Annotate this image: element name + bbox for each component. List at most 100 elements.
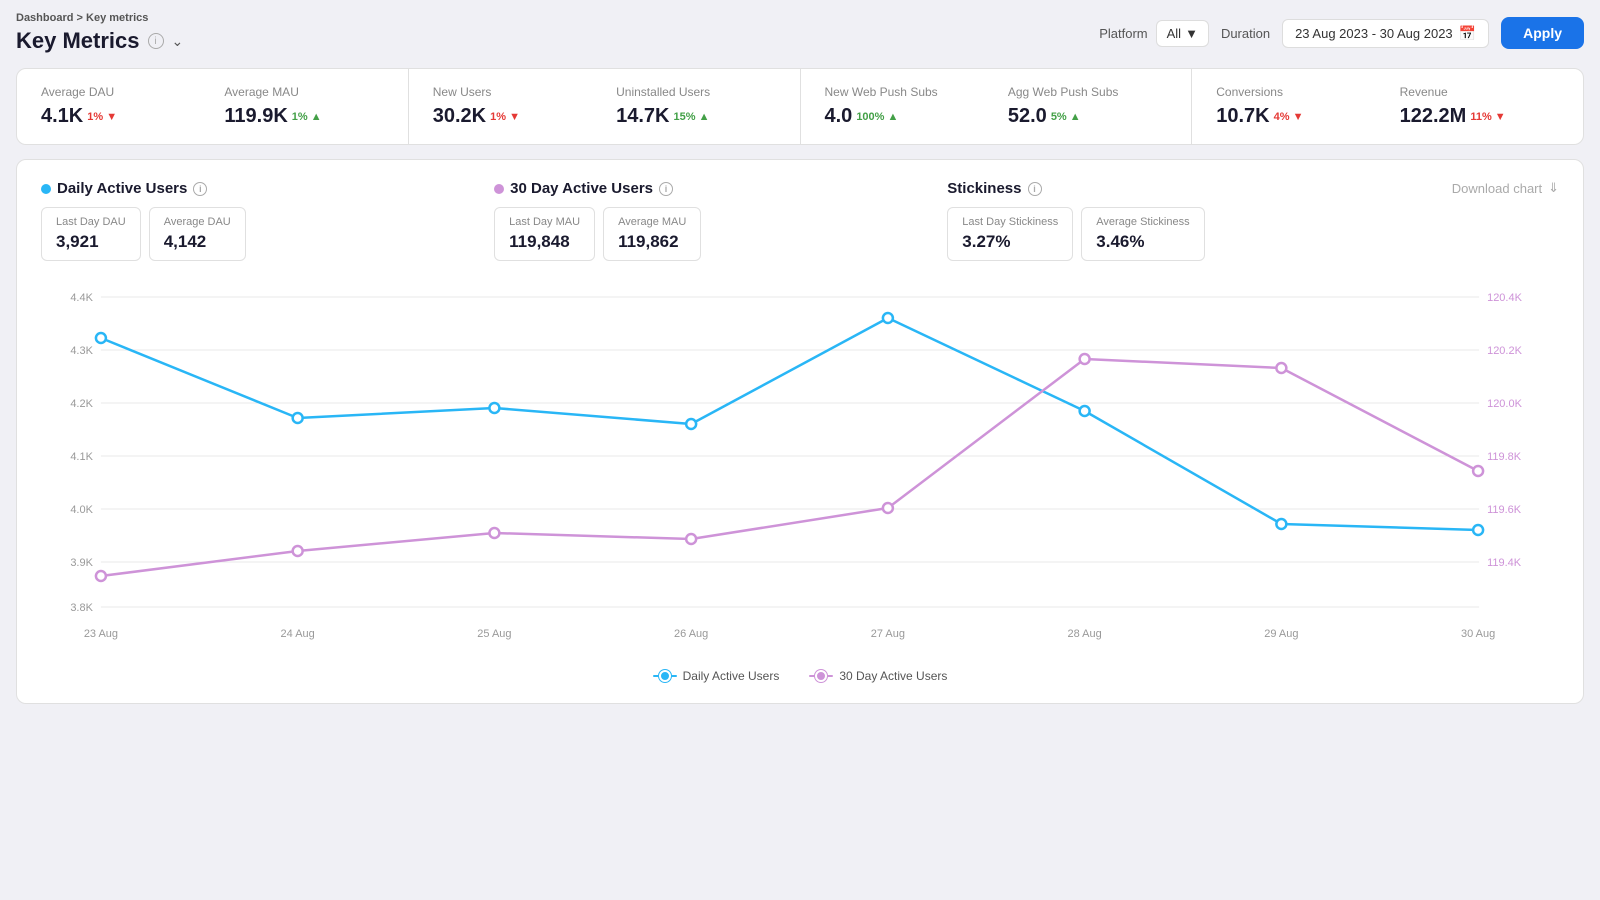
metrics-row: Average DAU 4.1K 1% ▼ Average MAU 119.9K…: [16, 68, 1584, 145]
page-title-info-icon[interactable]: i: [148, 33, 164, 49]
duration-input[interactable]: 23 Aug 2023 - 30 Aug 2023 📅: [1282, 19, 1489, 48]
svg-text:26 Aug: 26 Aug: [674, 628, 708, 640]
mau-point-6: [1276, 363, 1286, 373]
metric-conversions-value: 10.7K 4% ▼: [1216, 105, 1375, 128]
dau-info-icon[interactable]: i: [193, 182, 207, 196]
breadcrumb: Dashboard > Key metrics: [16, 12, 183, 24]
mau-label: 30 Day Active Users: [510, 180, 653, 197]
svg-text:28 Aug: 28 Aug: [1068, 628, 1102, 640]
apply-button[interactable]: Apply: [1501, 17, 1584, 49]
mau-average-box: Average MAU 119,862: [603, 207, 701, 261]
metric-average-mau: Average MAU 119.9K 1% ▲: [224, 85, 383, 128]
stickiness-average-value: 3.46%: [1096, 232, 1189, 252]
svg-text:23 Aug: 23 Aug: [84, 628, 118, 640]
metric-new-web-push-badge: 100% ▲: [856, 111, 898, 123]
legend-dau-label: Daily Active Users: [683, 669, 780, 683]
dau-point-3: [686, 419, 696, 429]
metric-group-3: New Web Push Subs 4.0 100% ▲ Agg Web Pus…: [801, 69, 1193, 144]
stickiness-last-day-box: Last Day Stickiness 3.27%: [947, 207, 1073, 261]
metric-average-dau-badge: 1% ▼: [87, 111, 117, 123]
svg-text:30 Aug: 30 Aug: [1461, 628, 1495, 640]
mau-stat-boxes: Last Day MAU 119,848 Average MAU 119,862: [494, 207, 947, 261]
metric-group-4: Conversions 10.7K 4% ▼ Revenue 122.2M 11…: [1192, 69, 1583, 144]
dau-point-1: [293, 413, 303, 423]
dau-average-label: Average DAU: [164, 216, 231, 228]
dau-series-label: Daily Active Users i: [41, 180, 494, 197]
mau-last-day-box: Last Day MAU 119,848: [494, 207, 595, 261]
metric-group-1: Average DAU 4.1K 1% ▼ Average MAU 119.9K…: [17, 69, 409, 144]
dau-point-2: [489, 403, 499, 413]
chart-section: Daily Active Users i Last Day DAU 3,921 …: [16, 159, 1584, 704]
stickiness-label: Stickiness: [947, 180, 1021, 197]
metric-average-mau-label: Average MAU: [224, 85, 383, 99]
svg-text:119.6K: 119.6K: [1487, 504, 1522, 516]
header: Dashboard > Key metrics Key Metrics i ⌄ …: [16, 12, 1584, 54]
platform-select[interactable]: All ▼: [1156, 20, 1209, 47]
metric-conversions: Conversions 10.7K 4% ▼: [1216, 85, 1399, 128]
svg-text:27 Aug: 27 Aug: [871, 628, 905, 640]
svg-text:3.9K: 3.9K: [70, 557, 93, 569]
mau-average-value: 119,862: [618, 232, 686, 252]
legend-mau-line: [809, 675, 833, 677]
metric-average-mau-value: 119.9K 1% ▲: [224, 105, 383, 128]
breadcrumb-current: Key metrics: [86, 12, 148, 24]
metric-new-users-value: 30.2K 1% ▼: [433, 105, 592, 128]
mau-info-icon[interactable]: i: [659, 182, 673, 196]
stickiness-average-box: Average Stickiness 3.46%: [1081, 207, 1204, 261]
stickiness-series-label: Stickiness i: [947, 180, 1332, 197]
metric-uninstalled-users: Uninstalled Users 14.7K 15% ▲: [616, 85, 775, 128]
platform-value: All: [1167, 26, 1181, 41]
dau-average-value: 4,142: [164, 232, 231, 252]
download-icon: ⇓: [1548, 180, 1559, 196]
dau-point-0: [96, 333, 106, 343]
metric-new-users-badge: 1% ▼: [490, 111, 520, 123]
page: Dashboard > Key metrics Key Metrics i ⌄ …: [0, 0, 1600, 900]
metric-group-2: New Users 30.2K 1% ▼ Uninstalled Users 1…: [409, 69, 801, 144]
dau-point-5: [1080, 406, 1090, 416]
metric-new-web-push: New Web Push Subs 4.0 100% ▲: [825, 85, 1008, 128]
mau-average-label: Average MAU: [618, 216, 686, 228]
metric-new-users-label: New Users: [433, 85, 592, 99]
download-chart-button[interactable]: Download chart ⇓: [1452, 180, 1559, 196]
page-title-row: Key Metrics i ⌄: [16, 28, 183, 54]
metric-conversions-badge: 4% ▼: [1274, 111, 1304, 123]
mau-line: [101, 359, 1478, 576]
legend-mau: 30 Day Active Users: [809, 669, 947, 683]
mau-last-day-value: 119,848: [509, 232, 580, 252]
page-title-chevron-icon[interactable]: ⌄: [172, 33, 184, 50]
dau-label: Daily Active Users: [57, 180, 187, 197]
svg-text:120.2K: 120.2K: [1487, 345, 1522, 357]
metric-revenue-badge: 11% ▼: [1470, 111, 1505, 123]
platform-chevron-icon: ▼: [1185, 26, 1198, 41]
metric-uninstalled-users-label: Uninstalled Users: [616, 85, 775, 99]
dau-average-box: Average DAU 4,142: [149, 207, 246, 261]
svg-text:4.4K: 4.4K: [70, 292, 93, 304]
metric-uninstalled-users-value: 14.7K 15% ▲: [616, 105, 775, 128]
metric-agg-web-push: Agg Web Push Subs 52.0 5% ▲: [1008, 85, 1167, 128]
metric-agg-web-push-label: Agg Web Push Subs: [1008, 85, 1167, 99]
metric-agg-web-push-value: 52.0 5% ▲: [1008, 105, 1167, 128]
svg-text:4.3K: 4.3K: [70, 345, 93, 357]
metric-uninstalled-users-badge: 15% ▲: [674, 111, 710, 123]
svg-text:4.2K: 4.2K: [70, 398, 93, 410]
metric-agg-web-push-badge: 5% ▲: [1051, 111, 1081, 123]
breadcrumb-separator: >: [77, 12, 86, 24]
stickiness-info-icon[interactable]: i: [1028, 182, 1042, 196]
svg-text:120.0K: 120.0K: [1487, 398, 1522, 410]
chart-headers: Daily Active Users i Last Day DAU 3,921 …: [41, 180, 1559, 261]
download-chart-header: Download chart ⇓: [1332, 180, 1559, 196]
mau-dot: [494, 184, 504, 194]
svg-text:119.4K: 119.4K: [1487, 557, 1522, 569]
stickiness-last-day-value: 3.27%: [962, 232, 1058, 252]
mau-point-1: [293, 546, 303, 556]
dau-header: Daily Active Users i Last Day DAU 3,921 …: [41, 180, 494, 261]
download-chart-label: Download chart: [1452, 181, 1542, 196]
chart-area: 4.4K 4.3K 4.2K 4.1K 4.0K 3.9K 3.8K 120.4…: [41, 277, 1559, 657]
dau-last-day-box: Last Day DAU 3,921: [41, 207, 141, 261]
platform-group: Platform All ▼: [1099, 20, 1209, 47]
mau-last-day-label: Last Day MAU: [509, 216, 580, 228]
dau-last-day-label: Last Day DAU: [56, 216, 126, 228]
stickiness-last-day-label: Last Day Stickiness: [962, 216, 1058, 228]
duration-label: Duration: [1221, 26, 1270, 41]
metric-conversions-label: Conversions: [1216, 85, 1375, 99]
